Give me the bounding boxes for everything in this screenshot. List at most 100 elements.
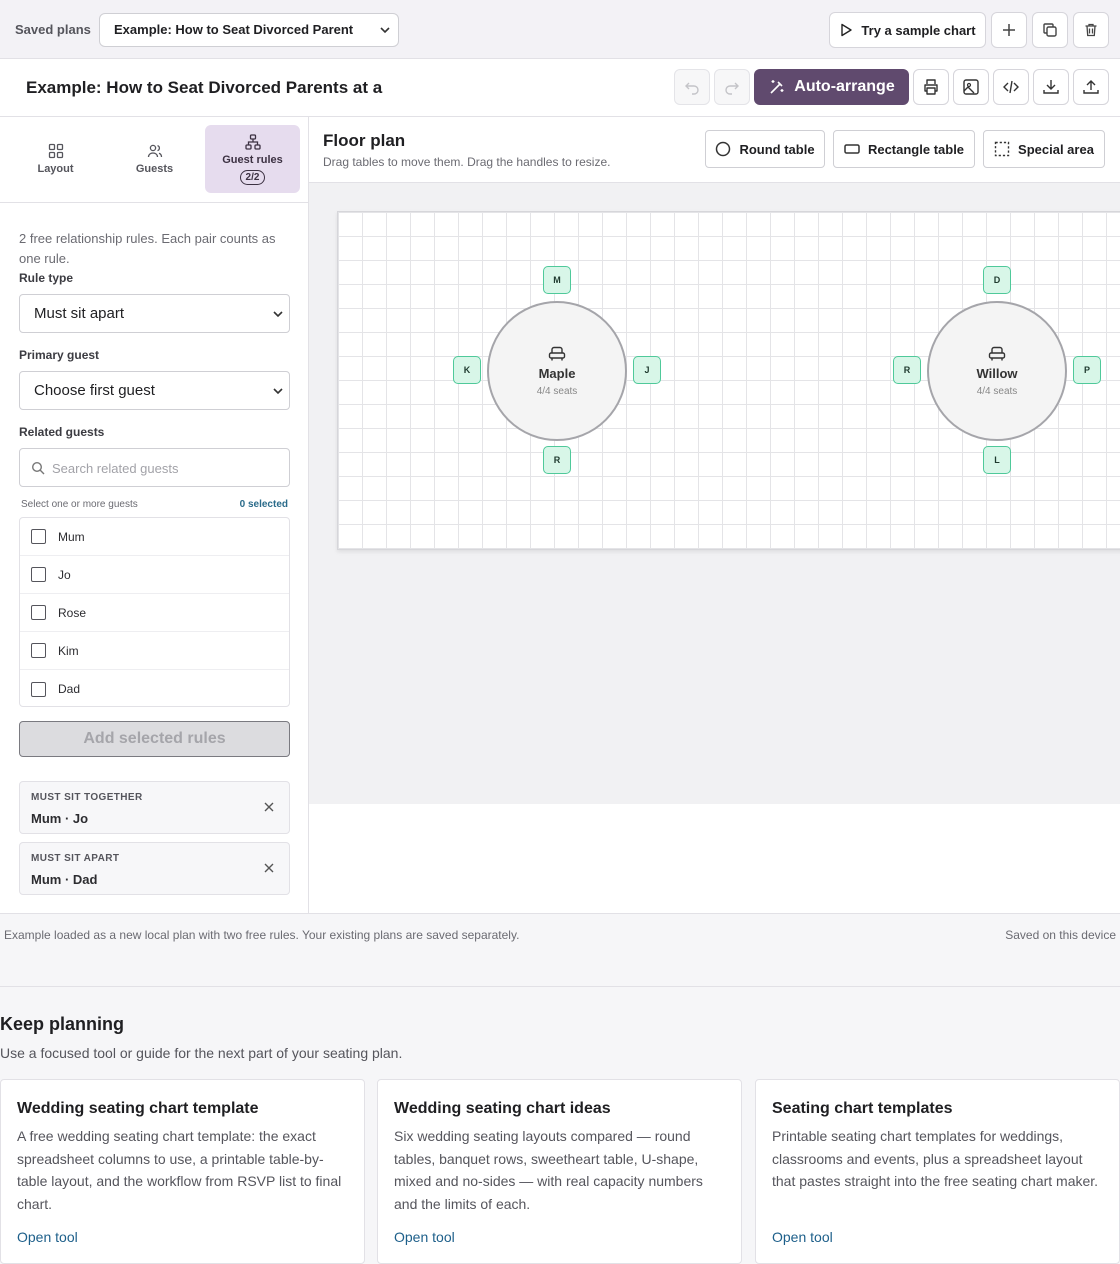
open-tool-link[interactable]: Open tool: [772, 1229, 833, 1245]
guest-checkbox[interactable]: [31, 529, 46, 544]
seat-badge[interactable]: R: [543, 446, 571, 474]
tab-guests[interactable]: Guests: [107, 125, 202, 193]
chair-icon: [988, 346, 1006, 360]
primary-guest-label: Primary guest: [19, 348, 100, 362]
add-round-table-button[interactable]: Round table: [705, 130, 825, 168]
try-sample-chart-label: Try a sample chart: [861, 22, 976, 38]
sidebar-tabs: Layout Guests Guest rules 2/2: [0, 117, 308, 203]
seat-badge[interactable]: P: [1073, 356, 1101, 384]
floor-plan-canvas[interactable]: Maple 4/4 seats M K J R Willow 4/4 seats…: [309, 183, 1120, 804]
circle-icon: [716, 141, 731, 157]
rule-card-names: Mum · Dad: [31, 872, 98, 887]
search-placeholder: Search related guests: [52, 461, 179, 476]
redo-button[interactable]: [714, 69, 750, 105]
guest-checkbox[interactable]: [31, 567, 46, 582]
tool-card: Wedding seating chart ideas Six wedding …: [377, 1079, 742, 1264]
saved-plans-label: Saved plans: [15, 22, 91, 37]
tool-card-description: Six wedding seating layouts compared — r…: [394, 1128, 703, 1212]
auto-arrange-button[interactable]: Auto-arrange: [754, 69, 909, 105]
plan-title[interactable]: Example: How to Seat Divorced Parents at…: [26, 78, 382, 98]
export-image-button[interactable]: [953, 69, 989, 105]
guest-checkbox[interactable]: [31, 643, 46, 658]
saved-plan-select[interactable]: Example: How to Seat Divorced Parent: [99, 13, 399, 47]
magic-wand-icon: [770, 80, 784, 94]
seat-badge[interactable]: D: [983, 266, 1011, 294]
guest-option-label: Kim: [58, 643, 79, 658]
table-willow[interactable]: Willow 4/4 seats: [927, 301, 1067, 441]
guest-option[interactable]: Jo: [20, 556, 289, 594]
print-button[interactable]: [913, 69, 949, 105]
image-export-icon: [963, 79, 979, 95]
undo-icon: [685, 82, 699, 95]
add-special-area-button[interactable]: Special area: [983, 130, 1105, 168]
printer-icon: [924, 79, 938, 95]
add-rectangle-table-button[interactable]: Rectangle table: [833, 130, 975, 168]
rule-type-select[interactable]: Must sit apart: [19, 294, 290, 333]
rule-card: MUST SIT TOGETHER Mum · Jo: [19, 781, 290, 834]
primary-guest-select[interactable]: Choose first guest: [19, 371, 290, 410]
rules-count-badge: 2/2: [239, 169, 266, 185]
copy-icon: [1043, 23, 1057, 37]
floor-plan-header: Floor plan Drag tables to move them. Dra…: [309, 117, 1120, 183]
download-icon: [1043, 80, 1059, 94]
seat-badge[interactable]: M: [543, 266, 571, 294]
table-maple[interactable]: Maple 4/4 seats: [487, 301, 627, 441]
search-icon: [31, 461, 45, 475]
chevron-down-icon: [273, 311, 283, 318]
delete-plan-button[interactable]: [1073, 12, 1109, 48]
seat-badge[interactable]: K: [453, 356, 481, 384]
floor-grid[interactable]: Maple 4/4 seats M K J R Willow 4/4 seats…: [337, 211, 1120, 550]
upload-button[interactable]: [1073, 69, 1109, 105]
tab-guest-rules[interactable]: Guest rules 2/2: [205, 125, 300, 193]
seat-badge[interactable]: J: [633, 356, 661, 384]
seat-badge[interactable]: L: [983, 446, 1011, 474]
try-sample-chart-button[interactable]: Try a sample chart: [829, 12, 986, 48]
guest-option[interactable]: Mum: [20, 518, 289, 556]
open-tool-link[interactable]: Open tool: [394, 1229, 455, 1245]
round-table-label: Round table: [739, 141, 815, 157]
grid-icon: [48, 143, 63, 159]
rectangle-table-label: Rectangle table: [867, 141, 965, 157]
guest-option[interactable]: Kim: [20, 632, 289, 670]
users-icon: [147, 144, 162, 158]
embed-code-button[interactable]: [993, 69, 1029, 105]
floor-plan-panel: Floor plan Drag tables to move them. Dra…: [309, 117, 1120, 913]
tab-guest-rules-label: Guest rules: [222, 153, 283, 166]
related-guests-search-input[interactable]: Search related guests: [19, 448, 290, 487]
new-plan-button[interactable]: [991, 12, 1027, 48]
rule-card-type: MUST SIT APART: [31, 853, 120, 864]
sidebar: Layout Guests Guest rules 2/2 2 free rel…: [0, 117, 309, 913]
guest-option[interactable]: Dad: [20, 670, 289, 708]
rules-intro-text: 2 free relationship rules. Each pair cou…: [19, 231, 276, 266]
tool-card: Wedding seating chart template A free we…: [0, 1079, 365, 1264]
rule-card-type: MUST SIT TOGETHER: [31, 792, 143, 803]
guest-option[interactable]: Rose: [20, 594, 289, 632]
upload-icon: [1083, 80, 1099, 94]
table-name: Maple: [538, 365, 576, 381]
selected-count: 0 selected: [239, 499, 288, 510]
play-icon: [841, 23, 853, 37]
close-icon[interactable]: [263, 862, 275, 874]
trash-icon: [1085, 23, 1097, 37]
undo-button[interactable]: [674, 69, 710, 105]
related-guest-list: Mum Jo Rose Kim Dad: [19, 517, 290, 707]
add-selected-rules-button[interactable]: Add selected rules: [19, 721, 290, 757]
guest-checkbox[interactable]: [31, 681, 46, 697]
guest-checkbox[interactable]: [31, 605, 46, 620]
floor-plan-subtitle: Drag tables to move them. Drag the handl…: [323, 155, 611, 169]
tool-card-description: A free wedding seating chart template: t…: [17, 1128, 342, 1212]
saved-plan-select-value: Example: How to Seat Divorced Parent: [114, 22, 354, 37]
tab-layout[interactable]: Layout: [8, 125, 103, 193]
plan-title-bar: Example: How to Seat Divorced Parents at…: [0, 59, 1120, 117]
rule-card-names: Mum · Jo: [31, 811, 89, 826]
tool-card: Seating chart templates Printable seatin…: [755, 1079, 1120, 1264]
duplicate-plan-button[interactable]: [1032, 12, 1068, 48]
table-name: Willow: [976, 365, 1018, 381]
guest-option-label: Dad: [58, 682, 81, 696]
chevron-down-icon: [380, 27, 390, 34]
open-tool-link[interactable]: Open tool: [17, 1229, 78, 1245]
close-icon[interactable]: [263, 801, 275, 813]
auto-arrange-label: Auto-arrange: [794, 78, 895, 95]
download-button[interactable]: [1033, 69, 1069, 105]
seat-badge[interactable]: R: [893, 356, 921, 384]
